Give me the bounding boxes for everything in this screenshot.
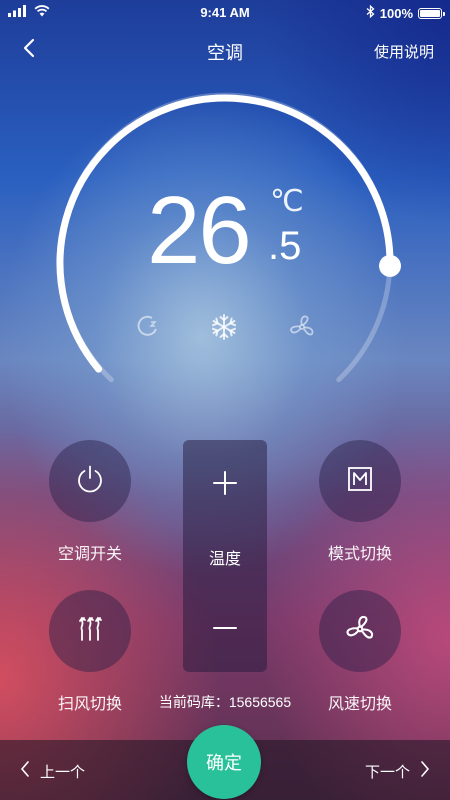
chevron-right-icon [420, 760, 430, 782]
manual-link[interactable]: 使用说明 [374, 41, 434, 62]
nav-bar: 空调 使用说明 [0, 24, 450, 76]
previous-label: 上一个 [40, 763, 86, 781]
next-label: 下一个 [364, 763, 410, 781]
temperature-decrease-button[interactable] [183, 605, 267, 655]
power-label: 空调开关 [57, 546, 122, 563]
fan-speed-icon [344, 613, 376, 650]
chevron-left-icon [20, 760, 30, 782]
power-icon [74, 463, 106, 500]
power-button[interactable] [49, 440, 131, 522]
dial-knob [379, 254, 401, 277]
mode-button[interactable] [319, 440, 401, 522]
previous-button[interactable]: 上一个 [20, 760, 85, 782]
status-right: 100% [366, 4, 445, 21]
fan-speed-label: 风速切换 [327, 696, 392, 713]
confirm-button[interactable]: 确定 [187, 725, 261, 799]
mode-icon [346, 465, 374, 498]
temperature-decimal: .5 [268, 224, 302, 268]
temperature-unit: ℃ [270, 185, 304, 218]
temperature-dial: 26 ℃ .5 [0, 80, 450, 420]
temperature-label: 温度 [208, 551, 241, 568]
status-bar: 9:41 AM 100% [0, 0, 450, 24]
minus-icon [212, 615, 238, 646]
next-button[interactable]: 下一个 [365, 760, 430, 782]
battery-icon [418, 7, 445, 19]
code-library-text: 当前码库：15656565 [158, 694, 292, 710]
sleep-icon [134, 313, 164, 343]
fan-speed-button[interactable] [319, 590, 401, 672]
fan-icon [288, 313, 318, 343]
bluetooth-icon [366, 4, 375, 21]
snowflake-icon [210, 313, 240, 343]
swing-button[interactable] [49, 590, 131, 672]
swing-label: 扫风切换 [57, 696, 122, 713]
temperature-panel: 温度 [183, 440, 267, 672]
mode-label: 模式切换 [327, 546, 392, 563]
temperature-integer: 26 [147, 177, 252, 284]
plus-icon [212, 470, 238, 501]
heat-wave-icon [74, 613, 106, 650]
battery-percent: 100% [379, 5, 413, 21]
temperature-increase-button[interactable] [183, 460, 267, 510]
